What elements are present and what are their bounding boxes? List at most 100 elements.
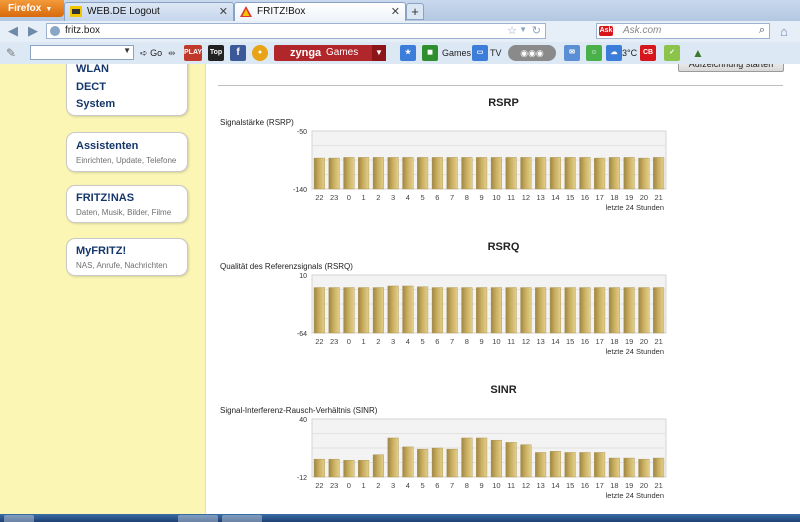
start-button[interactable] bbox=[4, 515, 34, 522]
firefox-menu-label: Firefox bbox=[8, 3, 42, 14]
go-button[interactable]: ➪ Go bbox=[140, 45, 162, 61]
x-tick-label: 2 bbox=[376, 481, 380, 490]
bar bbox=[638, 287, 650, 334]
url-bar[interactable]: fritz.box ☆ ▼ ↻ bbox=[46, 23, 546, 39]
playvids-icon[interactable]: PLAY VIDS bbox=[184, 45, 202, 72]
facebook-icon[interactable]: f bbox=[230, 45, 246, 61]
bar bbox=[343, 460, 355, 478]
close-tab-icon[interactable]: ✕ bbox=[391, 5, 400, 18]
top100-icon[interactable]: Top 100 bbox=[208, 45, 224, 72]
x-tick-label: 8 bbox=[465, 337, 469, 346]
zynga-games-button[interactable]: zynga Games ▼ bbox=[274, 45, 386, 61]
bar bbox=[623, 157, 635, 190]
bar bbox=[549, 451, 561, 478]
tv-label[interactable]: TV bbox=[490, 45, 502, 61]
bar bbox=[358, 460, 370, 478]
x-tick-label: 12 bbox=[522, 481, 530, 490]
x-tick-label: 14 bbox=[551, 481, 559, 490]
chart-rsrq: 10-6422 23 0 1 2 3 4 5 6 7 8 9 10 11 12 13 14 15 16 17 18 19 2… bbox=[297, 273, 667, 356]
bookmark-star-icon[interactable]: ☆ bbox=[507, 24, 517, 37]
x-tick-label: 15 bbox=[566, 193, 574, 202]
star-icon[interactable]: ★ bbox=[400, 45, 416, 61]
search-box[interactable]: Ask Ask.com ⌕ bbox=[596, 23, 770, 39]
taskbar-app[interactable] bbox=[178, 515, 218, 522]
media-controls-icon[interactable]: ◉◉◉ bbox=[508, 45, 556, 61]
chevron-down-icon: ▼ bbox=[123, 46, 131, 55]
frog-icon[interactable]: ▲ bbox=[690, 45, 706, 61]
menu-card-myfritz[interactable]: MyFRITZ! NAS, Anrufe, Nachrichten bbox=[66, 238, 188, 276]
x-tick-label: 12 bbox=[522, 337, 530, 346]
tab-fritzbox[interactable]: FRITZ!Box ✕ bbox=[234, 2, 406, 21]
bar bbox=[358, 157, 370, 190]
x-tick-label: 4 bbox=[406, 481, 410, 490]
x-tick-label: 17 bbox=[595, 481, 603, 490]
x-tick-label: 6 bbox=[435, 481, 439, 490]
menu-card-assistenten[interactable]: Assistenten Einrichten, Update, Telefone bbox=[66, 132, 188, 172]
x-tick-label: 6 bbox=[435, 337, 439, 346]
chevron-down-icon[interactable]: ▼ bbox=[519, 25, 527, 34]
chevron-down-icon: ▼ bbox=[45, 6, 53, 13]
reload-icon[interactable]: ↻ bbox=[532, 24, 541, 37]
tab-webde-logout[interactable]: WEB.DE Logout ✕ bbox=[64, 2, 234, 21]
menu-item-dect[interactable]: DECT bbox=[76, 81, 106, 93]
taskbar-app[interactable] bbox=[222, 515, 262, 522]
games-label[interactable]: Games bbox=[442, 45, 471, 61]
x-tick-label: 15 bbox=[566, 481, 574, 490]
bar bbox=[328, 287, 340, 334]
bar bbox=[446, 287, 458, 334]
back-arrow-icon[interactable]: ◀ bbox=[4, 23, 22, 39]
firefox-menu-button[interactable]: Firefox ▼ bbox=[0, 0, 64, 17]
go-label: Go bbox=[150, 48, 163, 58]
bar bbox=[535, 157, 547, 190]
toolbar-dropdown[interactable]: ▼ bbox=[30, 45, 134, 60]
x-tick-label: 9 bbox=[480, 337, 484, 346]
x-tick-label: 20 bbox=[640, 481, 648, 490]
menu-item-wlan[interactable]: WLAN bbox=[76, 64, 109, 75]
new-tab-button[interactable]: + bbox=[406, 3, 424, 20]
bar bbox=[431, 447, 443, 478]
addon-icon[interactable]: ✓ bbox=[664, 45, 680, 61]
bar bbox=[490, 157, 502, 190]
start-recording-button[interactable]: Aufzeichnung starten bbox=[678, 64, 784, 72]
x-tick-label: 7 bbox=[450, 337, 454, 346]
x-tick-label: 19 bbox=[625, 337, 633, 346]
x-tick-label: 11 bbox=[507, 193, 515, 202]
bar bbox=[520, 287, 532, 334]
bar bbox=[505, 157, 517, 190]
close-tab-icon[interactable]: ✕ bbox=[219, 5, 228, 18]
bar bbox=[387, 437, 399, 478]
bar bbox=[446, 448, 458, 478]
x-tick-label: 9 bbox=[480, 193, 484, 202]
gamepad-icon[interactable]: ◼ bbox=[422, 45, 438, 61]
divider bbox=[218, 85, 783, 86]
x-tick-label: 18 bbox=[610, 193, 618, 202]
menu-item-system[interactable]: System bbox=[76, 98, 115, 110]
bar bbox=[431, 287, 443, 334]
mail-icon[interactable]: ✉ bbox=[564, 45, 580, 61]
wrench-icon[interactable]: ✎ bbox=[6, 45, 16, 61]
cb-icon[interactable]: CB bbox=[640, 45, 656, 61]
x-tick-label: 22 bbox=[315, 337, 323, 346]
forward-arrow-icon[interactable]: ▶ bbox=[24, 23, 42, 39]
bar bbox=[358, 287, 370, 334]
home-icon[interactable]: ⌂ bbox=[780, 24, 788, 39]
weather-icon[interactable]: ☁ bbox=[606, 45, 622, 61]
search-icon[interactable]: ⌕ bbox=[759, 24, 765, 37]
bar bbox=[638, 458, 650, 478]
x-tick-label: 22 bbox=[315, 481, 323, 490]
menu-card-fritznas[interactable]: FRITZ!NAS Daten, Musik, Bilder, Filme bbox=[66, 185, 188, 223]
tv-icon[interactable]: ▭ bbox=[472, 45, 488, 61]
bar bbox=[520, 157, 532, 190]
x-tick-label: 23 bbox=[330, 193, 338, 202]
bar bbox=[579, 287, 591, 334]
bar bbox=[594, 157, 606, 190]
bar bbox=[313, 157, 325, 190]
bar bbox=[328, 157, 340, 190]
game-icon[interactable]: ● bbox=[252, 45, 268, 61]
weather-temp[interactable]: 3°C bbox=[622, 45, 637, 61]
chart-title-rsrp: RSRP bbox=[488, 97, 519, 109]
chat-icon[interactable]: ☺ bbox=[586, 45, 602, 61]
bar bbox=[564, 452, 576, 478]
chart-title-sinr: SINR bbox=[490, 384, 517, 396]
x-tick-label: 14 bbox=[551, 193, 559, 202]
